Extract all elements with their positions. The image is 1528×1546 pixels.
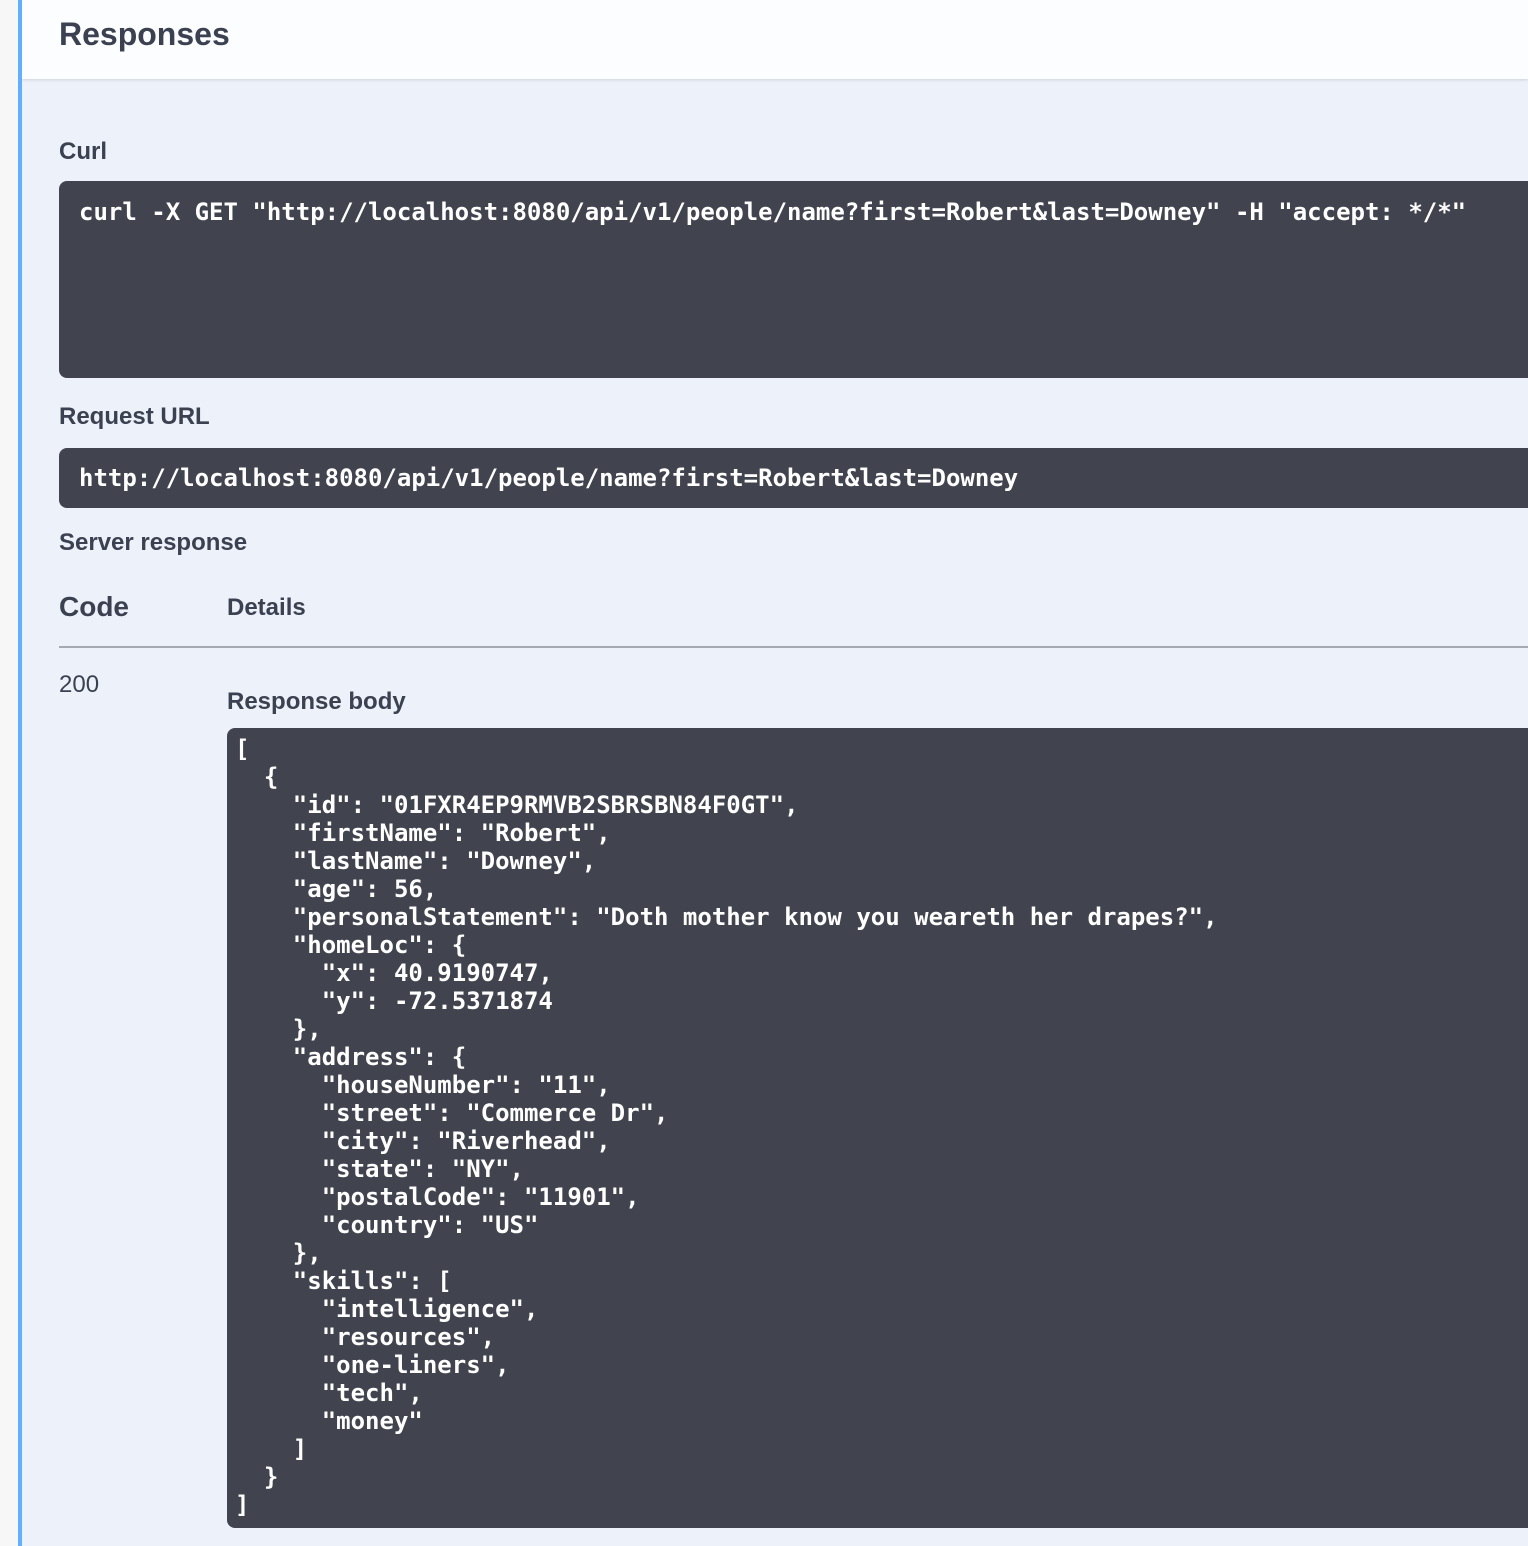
response-details-cell: Response body [ { "id": "01FXR4EP9RMVB2S… [227,648,1528,1528]
swagger-responses-panel: Responses Curl curl -X GET "http://local… [0,0,1528,1546]
request-url-label: Request URL [59,403,1528,431]
responses-title: Responses [59,15,1528,53]
curl-command-block[interactable]: curl -X GET "http://localhost:8080/api/v… [59,181,1528,378]
status-code: 200 [59,648,227,700]
code-column-header: Code [59,590,227,624]
curl-label: Curl [59,138,1528,166]
opblock-get-container: Responses Curl curl -X GET "http://local… [18,0,1528,1546]
responses-section-header: Responses [22,0,1528,79]
details-column-header: Details [227,594,306,624]
request-url-block[interactable]: http://localhost:8080/api/v1/people/name… [59,448,1528,508]
responses-table-header-row: Code Details [59,590,1528,648]
response-body-label: Response body [227,688,1528,716]
server-response-label: Server response [59,529,1528,557]
response-body-block[interactable]: [ { "id": "01FXR4EP9RMVB2SBRSBN84F0GT", … [227,728,1528,1528]
responses-table: Code Details 200 Response body [ { "id":… [59,590,1528,1528]
response-table-row: 200 Response body [ { "id": "01FXR4EP9RM… [59,648,1528,1528]
responses-section-body: Curl curl -X GET "http://localhost:8080/… [22,79,1528,1528]
